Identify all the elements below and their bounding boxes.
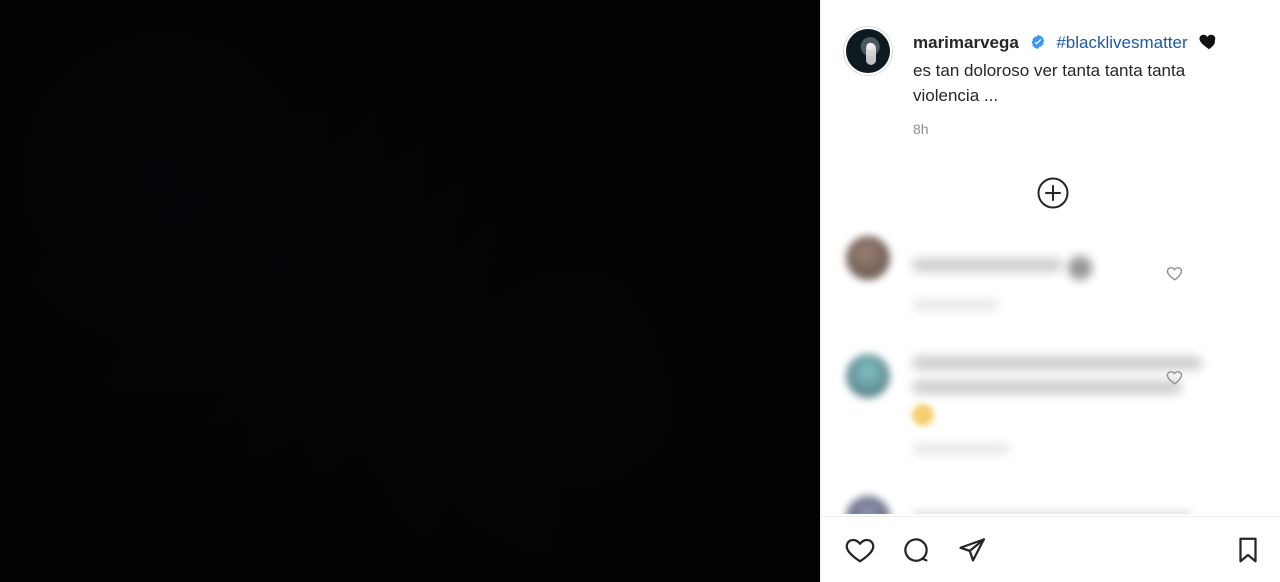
comment-bubble-icon (904, 538, 928, 562)
bookmark-outline-icon (1239, 537, 1257, 563)
like-button[interactable] (843, 533, 877, 567)
comment-text-blur (912, 512, 1192, 514)
comment-avatar[interactable] (846, 354, 890, 398)
comment-like-icon[interactable] (1166, 264, 1184, 282)
comment-text-blur (1068, 256, 1092, 280)
caption-line-1: marimarvega #blacklivesmatter (913, 30, 1253, 58)
comment-emoji-blur (912, 404, 934, 426)
comments-list (836, 222, 1226, 514)
author-avatar[interactable] (843, 26, 893, 76)
post-side-panel: marimarvega #blacklivesmatter es tan dol… (820, 0, 1280, 582)
caption-line-3: violencia ... (913, 86, 999, 105)
post-media[interactable] (0, 0, 820, 582)
comment-avatar[interactable] (846, 236, 890, 280)
comment-item-1 (836, 222, 1226, 340)
save-button[interactable] (1231, 533, 1265, 567)
comment-button[interactable] (899, 533, 933, 567)
instagram-post-modal: marimarvega #blacklivesmatter es tan dol… (0, 0, 1280, 582)
share-button[interactable] (955, 533, 989, 567)
post-caption-area: marimarvega #blacklivesmatter es tan dol… (821, 0, 1280, 160)
load-more-comments-button[interactable] (1036, 176, 1070, 210)
caption-line-2: es tan doloroso ver tanta tanta tanta (913, 61, 1186, 80)
comment-text-blur (912, 356, 1202, 370)
heart-outline-icon (845, 538, 875, 563)
comment-like-icon[interactable] (1166, 368, 1184, 386)
username-link[interactable]: marimarvega (913, 33, 1019, 52)
comment-meta-blur (912, 444, 1010, 454)
comment-text-blur (912, 258, 1062, 272)
comment-item-3 (836, 478, 1226, 514)
post-timestamp: 8h (913, 121, 929, 137)
black-heart-emoji-icon (1198, 33, 1220, 58)
paper-plane-icon (959, 538, 985, 562)
hashtag-link[interactable]: #blacklivesmatter (1056, 33, 1187, 52)
comment-avatar[interactable] (846, 496, 890, 514)
post-caption: marimarvega #blacklivesmatter es tan dol… (913, 30, 1253, 108)
verified-badge-icon (1031, 34, 1044, 50)
plus-circle-icon (1037, 177, 1069, 209)
comment-meta-blur (912, 300, 998, 310)
comment-item-2 (836, 340, 1226, 478)
comment-text-blur (912, 380, 1182, 394)
author-avatar-image (846, 29, 890, 73)
post-actions-bar (821, 516, 1280, 582)
